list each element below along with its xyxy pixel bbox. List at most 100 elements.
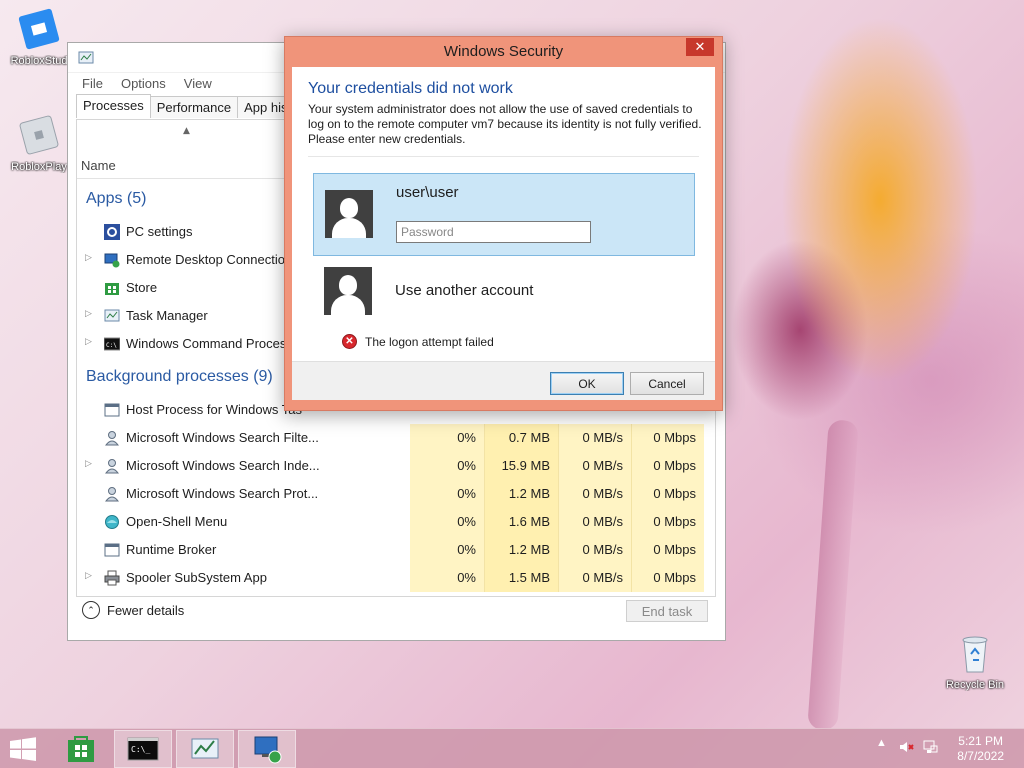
process-row[interactable]: ▷ Spooler SubSystem App 0% 1.5 MB 0 MB/s… xyxy=(77,564,709,592)
expand-arrow-icon[interactable]: ▷ xyxy=(85,252,92,263)
service-window-icon xyxy=(104,402,120,418)
process-row[interactable]: ▷ Microsoft Windows Search Inde... 0% 15… xyxy=(77,452,709,480)
memory-cell: 1.5 MB xyxy=(484,564,558,592)
chevron-up-icon: ⌃ xyxy=(82,601,100,619)
cpu-cell: 0% xyxy=(410,424,484,452)
dialog-button-bar: OK Cancel xyxy=(292,361,715,400)
roblox-player-icon xyxy=(16,112,62,158)
start-button[interactable] xyxy=(8,737,38,761)
memory-cell: 1.2 MB xyxy=(484,480,558,508)
network-cell: 0 Mbps xyxy=(631,508,704,536)
process-name: Remote Desktop Connection xyxy=(126,252,293,267)
taskbar-task-manager[interactable] xyxy=(176,730,234,768)
process-row[interactable]: Microsoft Windows Search Prot... 0% 1.2 … xyxy=(77,480,709,508)
store-icon xyxy=(104,280,120,296)
process-name: PC settings xyxy=(126,224,193,239)
cpu-cell: 0% xyxy=(410,564,484,592)
expand-arrow-icon[interactable]: ▷ xyxy=(85,336,92,347)
process-row[interactable]: Runtime Broker 0% 1.2 MB 0 MB/s 0 Mbps xyxy=(77,536,709,564)
close-button[interactable]: ✕ xyxy=(686,38,714,56)
disk-cell: 0 MB/s xyxy=(558,564,631,592)
remote-desktop-icon xyxy=(254,736,282,764)
end-task-button[interactable]: End task xyxy=(626,600,708,622)
disk-cell: 0 MB/s xyxy=(558,452,631,480)
windows-security-dialog: Windows Security ✕ Your credentials did … xyxy=(284,36,723,411)
selected-account-tile[interactable]: user\user xyxy=(313,173,695,256)
cpu-cell: 0% xyxy=(410,508,484,536)
tab-processes[interactable]: Processes xyxy=(76,94,151,118)
password-input[interactable] xyxy=(396,221,591,243)
open-shell-icon xyxy=(104,514,120,530)
taskbar-command-prompt[interactable]: C:\_ xyxy=(114,730,172,768)
network-cell: 0 Mbps xyxy=(631,564,704,592)
taskbar: C:\_ ▲ 5:21 PM 8/7/2022 xyxy=(0,728,1024,768)
memory-cell: 15.9 MB xyxy=(484,452,558,480)
svg-text:C:\: C:\ xyxy=(106,342,117,349)
column-header-name[interactable]: Name xyxy=(81,158,116,173)
recycle-bin-icon xyxy=(952,630,998,676)
dialog-title: Windows Security xyxy=(443,43,564,60)
memory-cell: 1.6 MB xyxy=(484,508,558,536)
process-name: Microsoft Windows Search Inde... xyxy=(126,458,320,473)
process-name: Open-Shell Menu xyxy=(126,514,228,529)
gear-icon xyxy=(104,224,120,240)
desktop-icon-roblox-player[interactable]: RobloxPlay xyxy=(2,112,76,173)
show-hidden-icons-icon[interactable]: ▲ xyxy=(876,737,887,749)
search-service-icon xyxy=(104,430,120,446)
dialog-heading: Your credentials did not work xyxy=(308,80,513,97)
process-name: Spooler SubSystem App xyxy=(126,570,267,585)
svg-text:C:\_: C:\_ xyxy=(131,745,150,754)
use-another-account-tile[interactable]: Use another account xyxy=(313,263,695,319)
wallpaper-flower-stem xyxy=(807,419,859,731)
user-avatar-icon xyxy=(325,190,373,238)
network-cell: 0 Mbps xyxy=(631,452,704,480)
task-manager-icon xyxy=(191,738,219,759)
ok-button[interactable]: OK xyxy=(550,372,624,395)
error-message: The logon attempt failed xyxy=(365,334,494,349)
taskbar-remote-desktop[interactable] xyxy=(238,730,296,768)
clock-time: 5:21 PM xyxy=(958,734,1003,748)
cancel-button[interactable]: Cancel xyxy=(630,372,704,395)
disk-cell: 0 MB/s xyxy=(558,424,631,452)
task-manager-menubar: File Options View xyxy=(82,76,212,91)
tab-performance[interactable]: Performance xyxy=(149,96,239,118)
dialog-separator xyxy=(308,156,699,157)
process-name: Windows Command Processo xyxy=(126,336,301,351)
cpu-cell: 0% xyxy=(410,536,484,564)
error-icon: ✕ xyxy=(342,334,357,349)
expand-arrow-icon[interactable]: ▷ xyxy=(85,308,92,319)
task-manager-footer: ⌃ Fewer details End task xyxy=(76,597,716,631)
logon-error: ✕ The logon attempt failed xyxy=(342,334,494,349)
volume-muted-icon[interactable] xyxy=(898,739,914,758)
disk-cell: 0 MB/s xyxy=(558,508,631,536)
task-manager-icon xyxy=(104,308,120,324)
cpu-cell: 0% xyxy=(410,480,484,508)
service-window-icon xyxy=(104,542,120,558)
process-row[interactable]: Open-Shell Menu 0% 1.6 MB 0 MB/s 0 Mbps xyxy=(77,508,709,536)
expand-arrow-icon[interactable]: ▷ xyxy=(85,458,92,469)
memory-cell: 0.7 MB xyxy=(484,424,558,452)
roblox-studio-icon xyxy=(16,6,62,52)
store-icon xyxy=(68,736,94,762)
process-row[interactable]: Microsoft Windows Search Filte... 0% 0.7… xyxy=(77,424,709,452)
fewer-details-label: Fewer details xyxy=(107,602,185,618)
taskbar-clock[interactable]: 5:21 PM 8/7/2022 xyxy=(957,734,1004,764)
process-name: Host Process for Windows Tas xyxy=(126,402,303,417)
fewer-details-button[interactable]: ⌃ Fewer details xyxy=(82,601,184,619)
desktop-icon-label: RobloxStud xyxy=(10,55,68,67)
menu-view[interactable]: View xyxy=(184,76,212,91)
desktop-icon-roblox-studio[interactable]: RobloxStud xyxy=(2,6,76,67)
expand-arrow-icon[interactable]: ▷ xyxy=(85,570,92,581)
dialog-body: Your credentials did not work Your syste… xyxy=(292,67,715,400)
network-icon[interactable] xyxy=(922,739,938,758)
desktop-icon-recycle-bin[interactable]: Recycle Bin xyxy=(938,630,1012,691)
menu-options[interactable]: Options xyxy=(121,76,166,91)
menu-file[interactable]: File xyxy=(82,76,103,91)
disk-cell: 0 MB/s xyxy=(558,536,631,564)
taskbar-store[interactable] xyxy=(52,730,110,768)
search-service-icon xyxy=(104,486,120,502)
memory-cell: 1.2 MB xyxy=(484,536,558,564)
group-header-background: Background processes (9) xyxy=(86,368,273,385)
command-prompt-icon: C:\ xyxy=(103,336,121,352)
command-prompt-icon: C:\_ xyxy=(127,737,159,761)
